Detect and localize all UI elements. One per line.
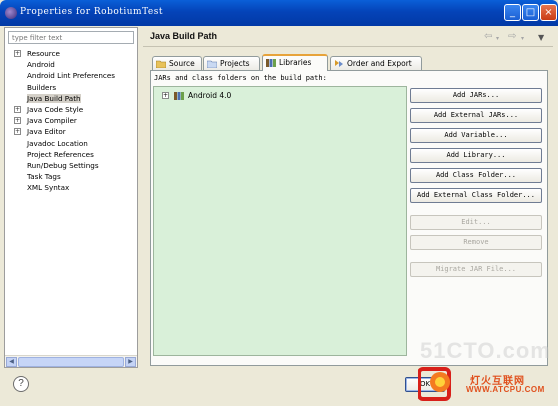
sidebar-item-label: XML Syntax: [27, 183, 70, 193]
sidebar-item-label: Java Build Path: [27, 93, 81, 103]
close-button[interactable]: ×: [540, 4, 557, 21]
maximize-button[interactable]: □: [522, 4, 539, 21]
brand-url-watermark: WWW.ATCPU.COM: [466, 385, 545, 394]
sidebar-item-label: Java Editor: [27, 127, 66, 137]
sidebar-item-project-references[interactable]: Project References: [7, 149, 137, 160]
sidebar-item-javadoc-location[interactable]: Javadoc Location: [7, 138, 137, 149]
sidebar-item-java-editor[interactable]: + Java Editor: [7, 126, 137, 137]
add-jars-button[interactable]: Add JARs...: [410, 88, 542, 103]
sidebar-item-label: Task Tags: [27, 172, 61, 182]
tab-label: Order and Export: [347, 59, 412, 68]
sidebar-item-label: Project References: [27, 149, 94, 159]
menu-dropdown-icon[interactable]: ▼: [538, 33, 544, 42]
filter-input[interactable]: [8, 31, 134, 44]
window-title: Properties for RobotiumTest: [20, 7, 163, 17]
tab-projects[interactable]: Projects: [203, 56, 260, 70]
sidebar-item-label: Android Lint Preferences: [27, 71, 116, 81]
back-dropdown-icon[interactable]: ▾: [496, 35, 499, 42]
jar-list-caption: JARs and class folders on the build path…: [154, 74, 327, 82]
library-item-android[interactable]: + Android 4.0: [162, 91, 231, 101]
scroll-left-icon[interactable]: ◀: [6, 357, 17, 367]
tab-label: Libraries: [279, 58, 312, 67]
expand-icon[interactable]: +: [14, 105, 21, 113]
scroll-right-icon[interactable]: ▶: [125, 357, 136, 367]
expand-icon[interactable]: +: [14, 117, 21, 125]
tab-label: Source: [169, 59, 195, 68]
build-path-library-list[interactable]: + Android 4.0: [153, 86, 407, 356]
tab-label: Projects: [220, 59, 250, 68]
sidebar-item-java-build-path[interactable]: Java Build Path: [7, 93, 137, 104]
sidebar-item-label: Builders: [27, 82, 57, 92]
minimize-button[interactable]: _: [504, 4, 521, 21]
sidebar-item-label: Resource: [27, 49, 60, 58]
sidebar-item-android[interactable]: Android: [7, 59, 137, 70]
horizontal-scrollbar[interactable]: ◀ ▶: [5, 355, 137, 367]
sidebar-item-builders[interactable]: Builders: [7, 82, 137, 93]
projects-icon: [207, 60, 217, 68]
migrate-jar-button[interactable]: Migrate JAR File...: [410, 262, 542, 277]
sidebar-item-label: Run/Debug Settings: [27, 160, 99, 170]
add-external-jars-button[interactable]: Add External JARs...: [410, 108, 542, 123]
tab-source[interactable]: Source: [152, 56, 202, 70]
scroll-thumb[interactable]: [18, 357, 124, 367]
title-bar: Properties for RobotiumTest _ □ ×: [0, 0, 558, 26]
libraries-icon: [266, 59, 276, 67]
expand-icon[interactable]: +: [162, 92, 169, 99]
tab-libraries[interactable]: Libraries: [262, 54, 328, 71]
back-arrow-icon[interactable]: ⇦: [484, 31, 492, 42]
tab-order-export[interactable]: Order and Export: [330, 56, 422, 70]
library-icon: [174, 92, 184, 100]
sidebar-item-run-debug[interactable]: Run/Debug Settings: [7, 160, 137, 171]
sidebar-item-label: Java Code Style: [27, 104, 84, 114]
sidebar-item-java-code-style[interactable]: + Java Code Style: [7, 104, 137, 115]
header-divider: [143, 46, 553, 47]
preferences-tree: + Resource Android Android Lint Preferenc…: [7, 48, 137, 193]
expand-icon[interactable]: +: [14, 128, 21, 136]
order-export-icon: [335, 60, 343, 67]
preferences-nav-panel: + Resource Android Android Lint Preferenc…: [4, 27, 138, 368]
add-library-button[interactable]: Add Library...: [410, 148, 542, 163]
sidebar-item-xml-syntax[interactable]: XML Syntax: [7, 182, 137, 193]
sidebar-item-label: Android: [27, 60, 55, 70]
add-variable-button[interactable]: Add Variable...: [410, 128, 542, 143]
site-watermark: 51CTO.com: [420, 338, 551, 363]
eclipse-icon: [5, 7, 17, 19]
sidebar-item-android-lint[interactable]: Android Lint Preferences: [7, 70, 137, 81]
sidebar-item-java-compiler[interactable]: + Java Compiler: [7, 115, 137, 126]
sidebar-item-task-tags[interactable]: Task Tags: [7, 171, 137, 182]
sidebar-item-label: Java Compiler: [27, 116, 77, 126]
forward-dropdown-icon[interactable]: ▾: [521, 35, 524, 42]
remove-button[interactable]: Remove: [410, 235, 542, 250]
brand-logo-icon: [418, 367, 451, 401]
forward-arrow-icon[interactable]: ⇨: [508, 31, 516, 42]
page-title: Java Build Path: [150, 31, 218, 41]
sidebar-item-resource[interactable]: + Resource: [7, 48, 137, 59]
expand-icon[interactable]: +: [14, 50, 21, 57]
edit-button[interactable]: Edit...: [410, 215, 542, 230]
library-item-label: Android 4.0: [188, 91, 232, 100]
help-icon[interactable]: ?: [13, 376, 29, 392]
sidebar-item-label: Javadoc Location: [27, 138, 88, 148]
add-external-class-folder-button[interactable]: Add External Class Folder...: [410, 188, 542, 203]
add-class-folder-button[interactable]: Add Class Folder...: [410, 168, 542, 183]
source-folder-icon: [156, 60, 166, 68]
